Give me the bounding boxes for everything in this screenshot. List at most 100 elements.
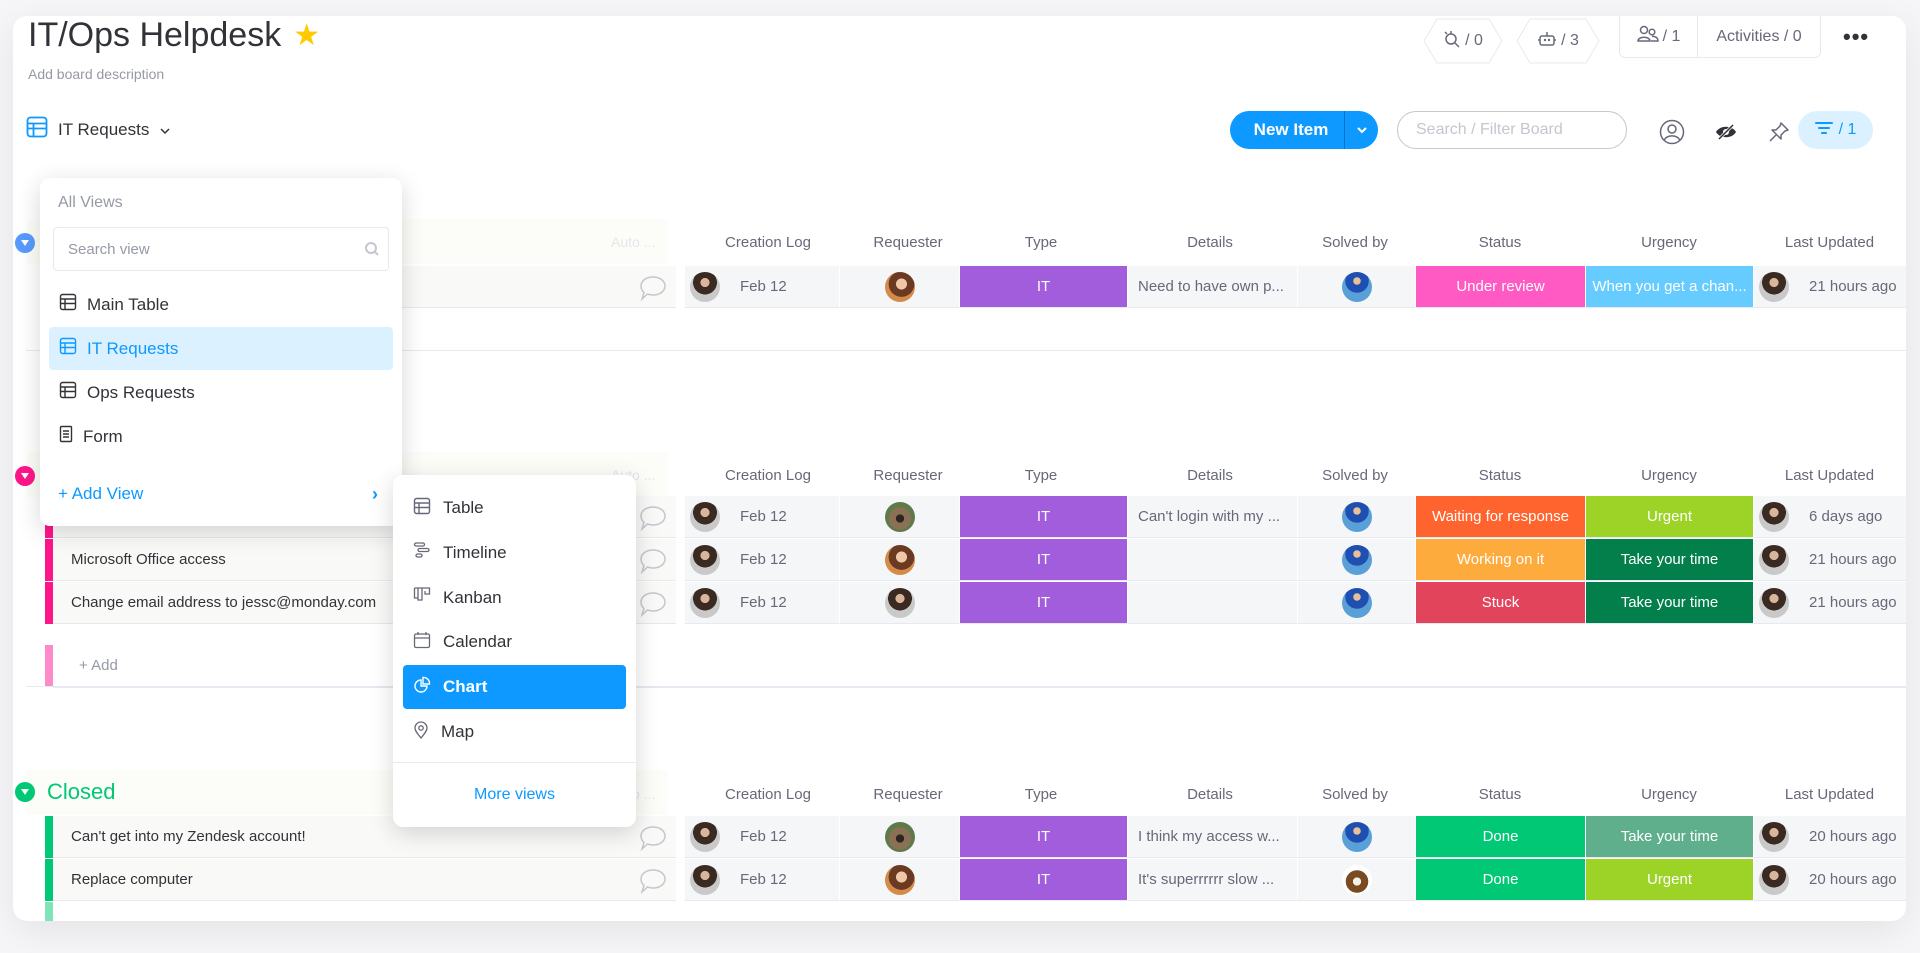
col-status-header[interactable]: Status xyxy=(1415,234,1585,251)
filter-button[interactable]: / 1 xyxy=(1798,111,1873,149)
col-details-header[interactable]: Details xyxy=(1125,467,1295,484)
avatar[interactable] xyxy=(884,544,915,575)
requester-cell[interactable] xyxy=(839,539,959,581)
avatar[interactable] xyxy=(1341,587,1372,618)
col-type-header[interactable]: Type xyxy=(957,786,1125,803)
group-collapse-icon[interactable] xyxy=(15,782,35,802)
col-last-updated-header[interactable]: Last Updated xyxy=(1753,234,1906,251)
details-cell[interactable] xyxy=(1127,582,1297,624)
creation-log-cell[interactable]: Feb 12 xyxy=(684,496,839,538)
comment-icon[interactable] xyxy=(638,505,668,532)
col-details-header[interactable]: Details xyxy=(1125,786,1295,803)
urgency-cell[interactable]: Take your time xyxy=(1585,582,1753,624)
avatar[interactable] xyxy=(884,271,915,302)
add-view-option-chart[interactable]: Chart xyxy=(403,665,626,710)
col-solved-by-header[interactable]: Solved by xyxy=(1295,467,1415,484)
type-cell[interactable]: IT xyxy=(959,266,1127,308)
col-creation-log-header[interactable]: Creation Log xyxy=(683,234,853,251)
col-details-header[interactable]: Details xyxy=(1125,234,1295,251)
type-cell[interactable]: IT xyxy=(959,859,1127,901)
group-title[interactable]: Closed xyxy=(15,779,115,805)
last-updated-cell[interactable]: 21 hours ago xyxy=(1753,539,1906,581)
col-urgency-header[interactable]: Urgency xyxy=(1585,234,1753,251)
group-collapse-icon[interactable] xyxy=(15,466,35,486)
col-type-header[interactable]: Type xyxy=(957,234,1125,251)
view-item-it-requests[interactable]: IT Requests xyxy=(49,327,393,370)
status-cell[interactable]: Stuck xyxy=(1415,582,1585,624)
board-description[interactable]: Add board description xyxy=(28,66,164,82)
status-cell[interactable]: Waiting for response xyxy=(1415,496,1585,538)
new-item-button[interactable]: New Item xyxy=(1230,120,1344,140)
avatar[interactable] xyxy=(1341,821,1372,852)
last-updated-cell[interactable]: 20 hours ago xyxy=(1753,859,1906,901)
details-cell[interactable]: It's superrrrrr slow ... xyxy=(1127,859,1297,901)
add-view-option-map[interactable]: Map xyxy=(403,710,626,754)
type-cell[interactable]: IT xyxy=(959,582,1127,624)
avatar[interactable] xyxy=(884,821,915,852)
table-row[interactable]: Change email address to jessc@monday.com… xyxy=(45,582,1906,625)
view-item-form[interactable]: Form xyxy=(49,415,393,458)
group-collapse-icon[interactable] xyxy=(15,233,35,253)
status-cell[interactable]: Done xyxy=(1415,859,1585,901)
comment-icon[interactable] xyxy=(638,548,668,575)
creation-log-cell[interactable]: Feb 12 xyxy=(684,859,839,901)
solved-by-cell[interactable] xyxy=(1297,816,1415,858)
col-creation-log-header[interactable]: Creation Log xyxy=(683,467,853,484)
group-name[interactable]: Closed xyxy=(47,779,115,805)
chevron-right-icon[interactable]: › xyxy=(372,484,378,505)
col-urgency-header[interactable]: Urgency xyxy=(1585,467,1753,484)
last-updated-cell[interactable]: 21 hours ago xyxy=(1753,266,1906,308)
add-view-button[interactable]: + Add View xyxy=(58,484,143,504)
col-solved-by-header[interactable]: Solved by xyxy=(1295,786,1415,803)
requester-cell[interactable] xyxy=(839,859,959,901)
add-item-row[interactable] xyxy=(45,902,1906,921)
solved-by-cell[interactable] xyxy=(1297,266,1415,308)
pin-icon[interactable] xyxy=(1766,119,1792,145)
last-updated-cell[interactable]: 6 days ago xyxy=(1753,496,1906,538)
details-cell[interactable]: Can't login with my ... xyxy=(1127,496,1297,538)
last-updated-cell[interactable]: 21 hours ago xyxy=(1753,582,1906,624)
add-view-option-calendar[interactable]: Calendar xyxy=(403,620,626,664)
urgency-cell[interactable]: Urgent xyxy=(1585,859,1753,901)
urgency-cell[interactable]: When you get a chan... xyxy=(1585,266,1753,308)
view-selector[interactable]: IT Requests xyxy=(26,116,171,143)
urgency-cell[interactable]: Urgent xyxy=(1585,496,1753,538)
avatar[interactable] xyxy=(1341,501,1372,532)
solved-by-cell[interactable] xyxy=(1297,496,1415,538)
more-views-link[interactable]: More views xyxy=(393,786,636,804)
add-view-option-kanban[interactable]: Kanban xyxy=(403,576,626,620)
avatar[interactable] xyxy=(884,864,915,895)
automations-button[interactable]: / 3 xyxy=(1516,18,1600,64)
solved-by-cell[interactable] xyxy=(1297,859,1415,901)
table-row[interactable]: Can't get into my Zendesk account! Feb 12… xyxy=(45,816,1906,859)
requester-cell[interactable] xyxy=(839,496,959,538)
person-filter-icon[interactable] xyxy=(1659,119,1685,145)
requester-cell[interactable] xyxy=(839,816,959,858)
integrations-button[interactable]: / 0 xyxy=(1423,18,1503,64)
details-cell[interactable]: Need to have own p... xyxy=(1127,266,1297,308)
avatar[interactable] xyxy=(884,587,915,618)
col-urgency-header[interactable]: Urgency xyxy=(1585,786,1753,803)
col-creation-log-header[interactable]: Creation Log xyxy=(683,786,853,803)
hide-columns-icon[interactable] xyxy=(1713,119,1739,145)
col-status-header[interactable]: Status xyxy=(1415,786,1585,803)
board-title[interactable]: IT/Ops Helpdesk xyxy=(28,16,281,55)
creation-log-cell[interactable]: Feb 12 xyxy=(684,539,839,581)
avatar[interactable] xyxy=(1341,271,1372,302)
add-view-option-timeline[interactable]: Timeline xyxy=(403,531,626,575)
more-options-icon[interactable]: ••• xyxy=(1843,24,1869,50)
col-status-header[interactable]: Status xyxy=(1415,467,1585,484)
details-cell[interactable]: I think my access w... xyxy=(1127,816,1297,858)
type-cell[interactable]: IT xyxy=(959,496,1127,538)
avatar[interactable] xyxy=(884,501,915,532)
col-last-updated-header[interactable]: Last Updated xyxy=(1753,786,1906,803)
comment-icon[interactable] xyxy=(638,825,668,852)
creation-log-cell[interactable]: Feb 12 xyxy=(684,266,839,308)
table-row[interactable]: Microsoft Office access Feb 12 IT Working o… xyxy=(45,539,1906,582)
view-item-ops-requests[interactable]: Ops Requests xyxy=(49,371,393,414)
requester-cell[interactable] xyxy=(839,266,959,308)
avatar[interactable] xyxy=(1341,544,1372,575)
type-cell[interactable]: IT xyxy=(959,539,1127,581)
favorite-star-icon[interactable]: ★ xyxy=(293,18,320,53)
item-name[interactable]: Replace computer xyxy=(53,859,676,901)
